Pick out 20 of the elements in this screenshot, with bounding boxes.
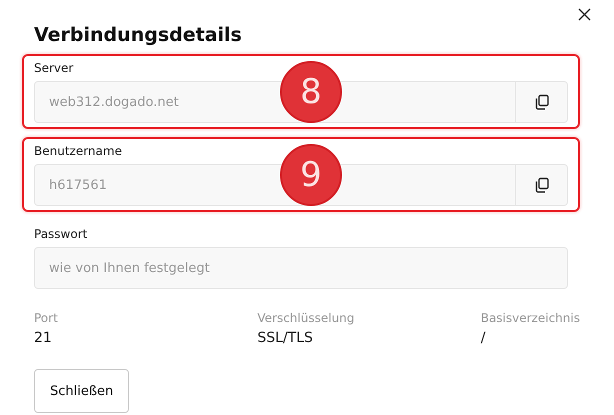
close-icon	[578, 8, 590, 20]
dialog-title: Verbindungsdetails	[34, 23, 243, 48]
copy-icon	[534, 177, 550, 193]
field-label: Server	[34, 60, 74, 77]
field-value: wie von Ihnen festgelegt	[49, 260, 210, 276]
field-label: Passwort	[34, 226, 88, 243]
number-badge: 8	[280, 60, 342, 122]
detail-value: /	[480, 329, 486, 347]
field-value: web312.dogado.net	[49, 94, 179, 110]
detail-value: 21	[34, 329, 53, 347]
copy-icon	[534, 94, 550, 110]
detail-value: SSL/TLS	[257, 329, 314, 347]
input-field[interactable]: wie von Ihnen festgelegt	[34, 247, 568, 289]
detail-label: Basisverzeichnis	[480, 310, 580, 327]
field-label: Benutzername	[34, 143, 123, 160]
field-value: h617561	[49, 178, 107, 192]
detail-label: Port	[34, 310, 59, 327]
close-button[interactable]: Schließen	[34, 369, 130, 413]
number-badge: 9	[280, 144, 342, 206]
detail-label: Verschlüsselung	[257, 310, 356, 327]
